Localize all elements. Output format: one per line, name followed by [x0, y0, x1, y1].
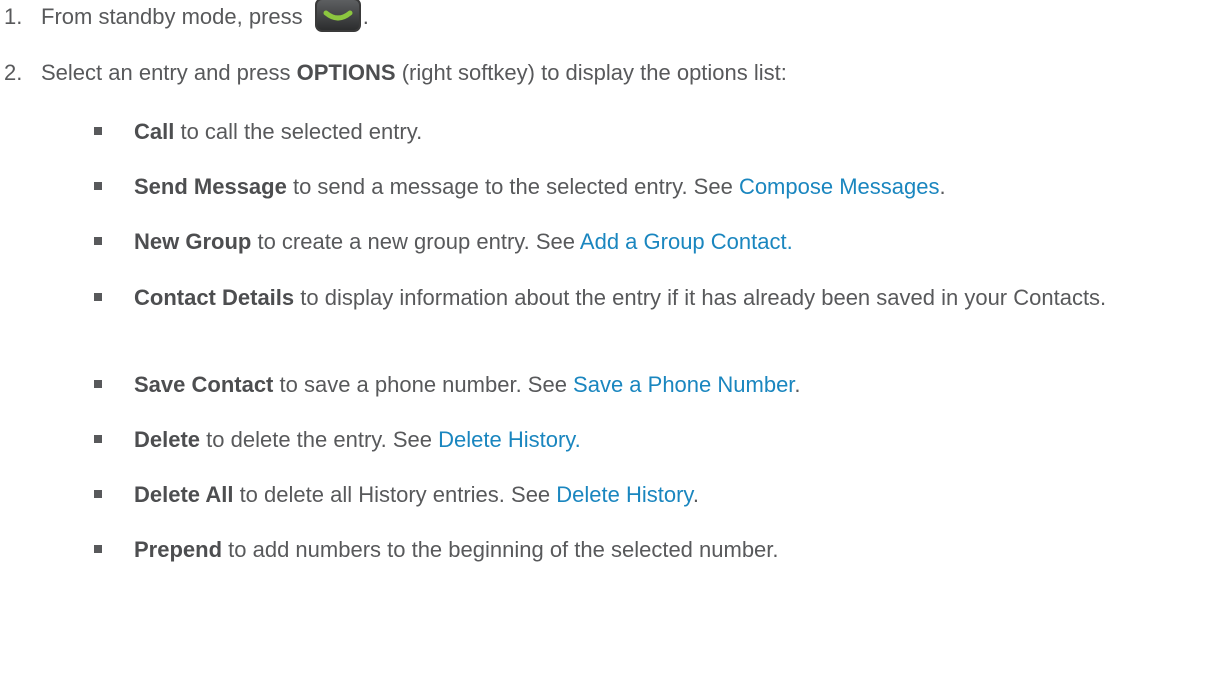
talk-key-icon	[314, 0, 361, 33]
option-description: to save a phone number. See	[273, 372, 574, 397]
save-phone-number-link[interactable]: Save a Phone Number	[573, 372, 794, 397]
bullet-icon	[94, 237, 102, 245]
option-name: Contact Details	[134, 285, 295, 310]
option-description: to call the selected entry.	[174, 119, 423, 144]
option-name: New Group	[134, 229, 252, 254]
step-2-post: (right softkey) to display the options l…	[395, 60, 787, 85]
option-description: to display information about the entry i…	[294, 285, 1107, 310]
bullet-icon	[94, 293, 102, 301]
option-description: to delete all History entries. See	[233, 482, 557, 507]
option-description: to add numbers to the beginning of the s…	[222, 537, 779, 562]
option-name: Prepend	[134, 537, 223, 562]
option-text: Delete to delete the entry. See Delete H…	[134, 426, 1194, 454]
bullet-icon	[94, 127, 102, 135]
step-2-pre: Select an entry and press	[41, 60, 297, 85]
add-group-contact-link[interactable]: Add a Group Contact.	[580, 229, 793, 254]
option-text: New Group to create a new group entry. S…	[134, 228, 1194, 256]
delete-history-link[interactable]: Delete History	[556, 482, 693, 507]
step-number: 1.	[4, 4, 23, 29]
bullet-icon	[94, 490, 102, 498]
bullet-icon	[94, 435, 102, 443]
instruction-page: 1. From standby mode, press . 2. Select …	[0, 0, 1213, 674]
option-text: Contact Details to display information a…	[134, 283, 1194, 313]
options-keyword: OPTIONS	[296, 60, 396, 85]
option-name: Send Message	[134, 174, 287, 199]
bullet-icon	[94, 545, 102, 553]
option-name: Delete All	[134, 482, 234, 507]
step-text: Select an entry and press OPTIONS (right…	[41, 59, 787, 87]
option-text: Prepend to add numbers to the beginning …	[134, 536, 1194, 564]
step-number: 2.	[4, 60, 23, 85]
delete-history-link[interactable]: Delete History.	[438, 427, 581, 452]
option-trail: .	[692, 482, 699, 507]
option-description: to send a message to the selected entry.…	[286, 174, 739, 199]
step-text: From standby mode, press .	[41, 0, 369, 33]
option-name: Call	[134, 119, 175, 144]
option-text: Delete All to delete all History entries…	[134, 481, 1194, 509]
bullet-icon	[94, 182, 102, 190]
compose-messages-link[interactable]: Compose Messages	[739, 174, 940, 199]
option-name: Save Contact	[134, 372, 274, 397]
option-trail: .	[939, 174, 946, 199]
option-description: to create a new group entry. See	[251, 229, 580, 254]
step-1-trail: .	[362, 4, 369, 29]
option-text: Save Contact to save a phone number. See…	[134, 371, 1194, 399]
step-1-label: From standby mode, press	[41, 4, 303, 29]
option-text: Call to call the selected entry.	[134, 118, 1194, 146]
option-trail: .	[794, 372, 801, 397]
option-description: to delete the entry. See	[200, 427, 439, 452]
option-name: Delete	[134, 427, 201, 452]
option-text: Send Message to send a message to the se…	[134, 173, 1194, 201]
bullet-icon	[94, 380, 102, 388]
